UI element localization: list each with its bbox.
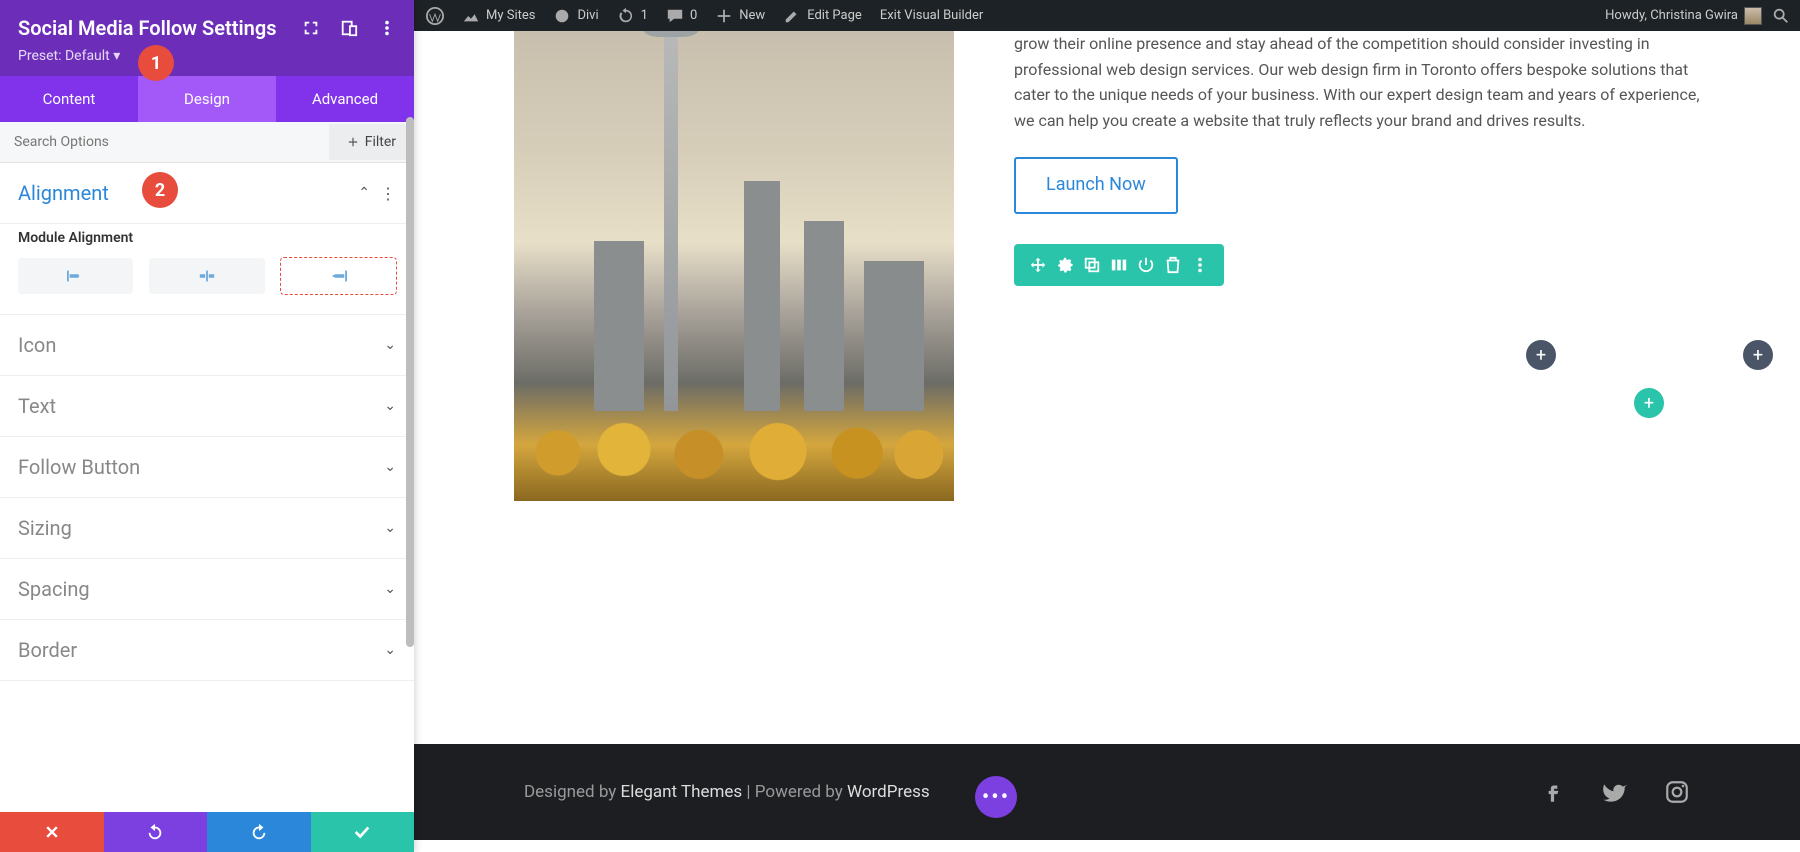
move-icon[interactable] <box>1029 256 1047 274</box>
align-center-button[interactable] <box>149 258 264 294</box>
more-vert-icon[interactable] <box>378 19 396 37</box>
chevron-down-icon: ⌄ <box>384 642 396 658</box>
more-vert-icon[interactable]: ⋮ <box>380 184 396 203</box>
trash-icon[interactable] <box>1164 256 1182 274</box>
chevron-down-icon: ⌄ <box>384 459 396 475</box>
section-text[interactable]: Text⌄ <box>0 376 414 437</box>
search-icon[interactable] <box>1772 7 1790 25</box>
section-spacing[interactable]: Spacing⌄ <box>0 559 414 620</box>
align-right-button[interactable] <box>281 258 396 294</box>
settings-panel: Social Media Follow Settings Preset: Def… <box>0 0 414 852</box>
field-label: Module Alignment <box>18 230 396 246</box>
section-sizing[interactable]: Sizing⌄ <box>0 498 414 559</box>
add-module-button[interactable]: + <box>1743 340 1773 370</box>
add-row-button[interactable]: + <box>1634 388 1664 418</box>
chevron-down-icon: ⌄ <box>384 581 396 597</box>
wp-logo-icon[interactable] <box>426 7 444 25</box>
page-footer: Designed by Elegant Themes | Powered by … <box>414 744 1800 840</box>
power-icon[interactable] <box>1137 256 1155 274</box>
wp-adminbar: My Sites Divi 1 0 New Edit Page Exit Vis… <box>414 0 1800 31</box>
panel-title: Social Media Follow Settings <box>18 16 282 40</box>
responsive-icon[interactable] <box>340 19 358 37</box>
chevron-up-icon: ⌃ <box>358 185 370 201</box>
search-input[interactable] <box>0 122 329 162</box>
save-button[interactable] <box>311 812 415 852</box>
alignment-body: Module Alignment <box>0 230 414 315</box>
edit-page-link[interactable]: Edit Page <box>783 7 862 25</box>
tab-advanced[interactable]: Advanced <box>276 76 414 122</box>
close-icon <box>44 824 60 840</box>
refresh-link[interactable]: 1 <box>617 7 648 25</box>
redo-icon <box>250 823 268 841</box>
hero-paragraph: grow their online presence and stay ahea… <box>1014 31 1700 133</box>
module-toolbar <box>1014 244 1224 286</box>
tab-content[interactable]: Content <box>0 76 138 122</box>
duplicate-icon[interactable] <box>1083 256 1101 274</box>
panel-header: Social Media Follow Settings Preset: Def… <box>0 0 414 76</box>
twitter-icon[interactable] <box>1602 779 1628 805</box>
check-icon <box>353 823 371 841</box>
panel-scrollbar[interactable] <box>406 117 414 647</box>
facebook-icon[interactable] <box>1540 779 1566 805</box>
my-sites-link[interactable]: My Sites <box>462 7 535 25</box>
avatar <box>1744 7 1762 25</box>
section-border[interactable]: Border⌄ <box>0 620 414 681</box>
annotation-badge-2: 2 <box>142 172 178 208</box>
gear-icon[interactable] <box>1056 256 1074 274</box>
divi-fab[interactable]: ••• <box>975 776 1017 818</box>
filter-button[interactable]: Filter <box>329 124 414 160</box>
expand-icon[interactable] <box>302 19 320 37</box>
hero-image <box>514 31 954 501</box>
divi-link[interactable]: Divi <box>553 7 598 25</box>
instagram-icon[interactable] <box>1664 779 1690 805</box>
chevron-down-icon: ⌄ <box>384 520 396 536</box>
panel-footer <box>0 812 414 852</box>
cancel-button[interactable] <box>0 812 104 852</box>
new-link[interactable]: New <box>715 7 765 25</box>
exit-visual-builder[interactable]: Exit Visual Builder <box>880 8 983 23</box>
section-alignment[interactable]: Alignment ⌃ ⋮ <box>0 163 414 224</box>
chevron-down-icon: ⌄ <box>384 337 396 353</box>
search-row: Filter <box>0 122 414 163</box>
section-follow-button[interactable]: Follow Button⌄ <box>0 437 414 498</box>
undo-button[interactable] <box>104 812 208 852</box>
comments-link[interactable]: 0 <box>666 7 697 25</box>
howdy-user[interactable]: Howdy, Christina Gwira <box>1605 7 1762 25</box>
align-left-button[interactable] <box>18 258 133 294</box>
preset-dropdown[interactable]: Preset: Default ▾ <box>18 48 396 64</box>
settings-tabs: Content Design Advanced <box>0 76 414 122</box>
more-vert-icon[interactable] <box>1191 256 1209 274</box>
section-icon[interactable]: Icon⌄ <box>0 315 414 376</box>
add-module-button[interactable]: + <box>1526 340 1556 370</box>
launch-button[interactable]: Launch Now <box>1014 157 1178 214</box>
redo-button[interactable] <box>207 812 311 852</box>
undo-icon <box>146 823 164 841</box>
page-preview: grow their online presence and stay ahea… <box>414 31 1800 852</box>
tab-design[interactable]: Design <box>138 76 276 122</box>
columns-icon[interactable] <box>1110 256 1128 274</box>
annotation-badge-1: 1 <box>138 45 174 81</box>
chevron-down-icon: ⌄ <box>384 398 396 414</box>
plus-icon <box>347 136 359 148</box>
